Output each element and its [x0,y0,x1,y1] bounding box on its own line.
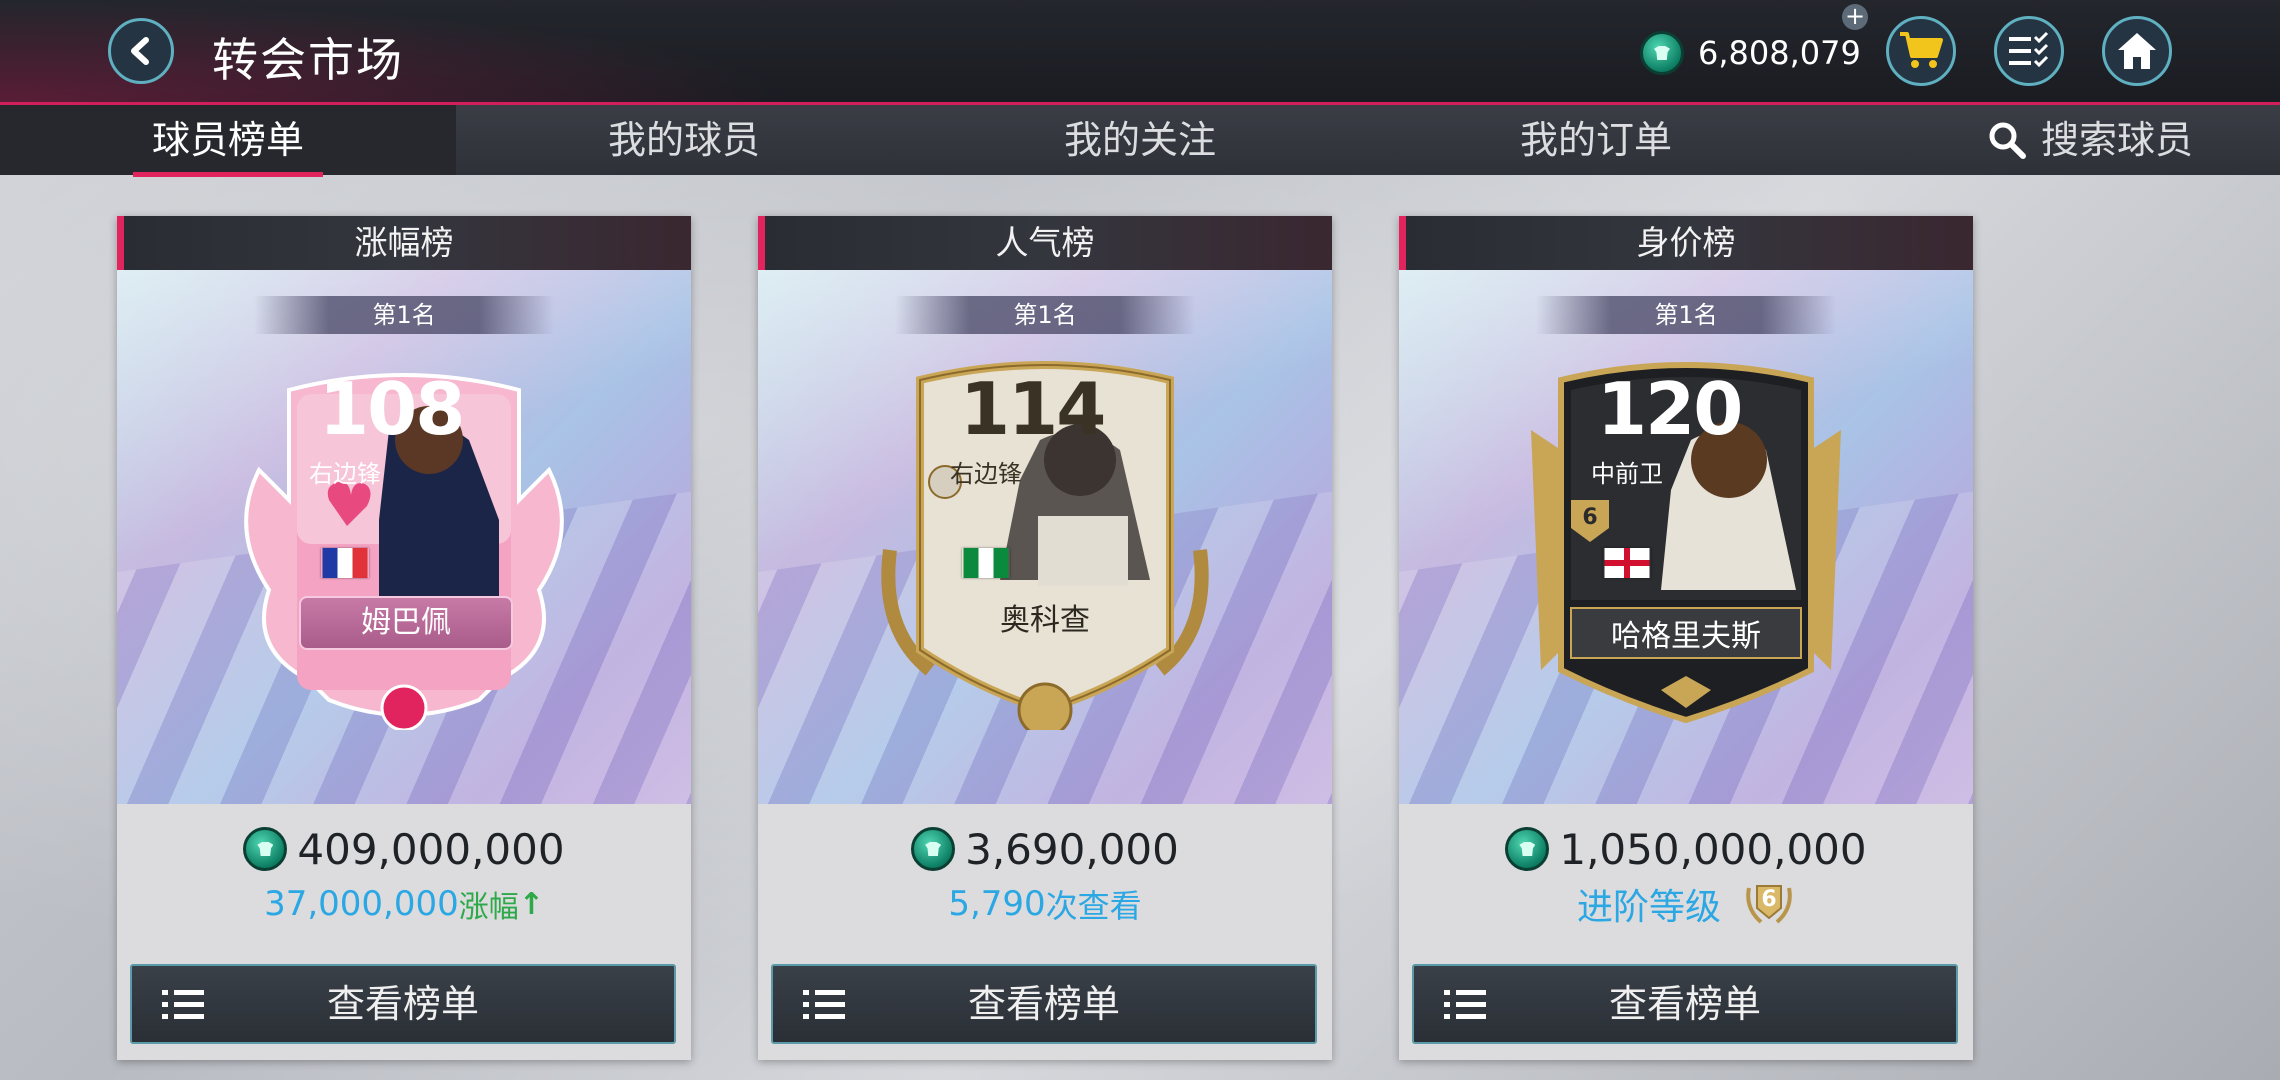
price-row: 3,690,000 [758,822,1332,876]
card-header: 人气榜 [758,216,1332,270]
tab-label: 搜索球员 [2040,118,2193,162]
england-flag-icon [1604,548,1650,578]
up-arrow-icon: ↑ [518,886,544,922]
tasks-button[interactable] [1994,16,2064,86]
player-price: 3,690,000 [965,824,1179,874]
player-rating: 108 [319,367,465,451]
checklist-icon [2009,31,2049,68]
value-ranking-card: 身价榜 第1名 120 中前卫 6 哈格里夫斯 1,050,000,000 进阶… [1399,216,1973,1060]
list-icon [803,990,845,1020]
button-label: 查看榜单 [1608,982,1761,1026]
nigeria-flag-icon [963,548,1009,578]
cart-icon [1900,32,1943,68]
top-bar: 转会市场 6,808,079 + [0,0,2280,105]
plus-icon: + [1844,2,1866,30]
player-card[interactable]: 114 右边锋 奥科查 [870,350,1220,730]
store-button[interactable] [1886,16,1956,86]
view-count-info: 5,790 次查看 [758,880,1332,928]
view-ranking-button[interactable]: 查看榜单 [771,964,1317,1044]
button-label: 查看榜单 [967,982,1120,1026]
list-icon [1444,990,1486,1020]
rising-ranking-card: 涨幅榜 第1名 108 右边锋 姆巴佩 409,000,000 37,000,0… [117,216,691,1060]
player-card[interactable]: 108 右边锋 姆巴佩 [229,350,579,730]
view-ranking-button[interactable]: 查看榜单 [130,964,676,1044]
player-price: 409,000,000 [297,824,565,874]
button-label: 查看榜单 [326,982,479,1026]
coin-icon [1505,827,1550,871]
price-row: 1,050,000,000 [1399,822,1973,876]
tab-bar: 球员榜单 我的球员 我的关注 我的订单 搜索球员 [0,105,2280,175]
france-flag-icon [322,548,368,578]
currency-value: 6,808,079 [1698,34,1861,72]
tab-label: 我的订单 [1519,118,1672,162]
search-icon [1989,122,2026,159]
player-price: 1,050,000,000 [1559,824,1867,874]
player-name: 奥科查 [1000,603,1090,638]
card-header: 身价榜 [1399,216,1973,270]
tab-my-watchlist[interactable]: 我的关注 [912,105,1368,175]
rank-label: 第1名 [254,296,554,334]
player-position: 右边锋 [309,460,381,488]
list-icon [162,990,204,1020]
home-button[interactable] [2102,16,2172,86]
card-header: 涨幅榜 [117,216,691,270]
coin-icon [243,827,288,871]
tab-search-players[interactable]: 搜索球员 [1900,105,2280,175]
upgrade-level-value: 6 [1761,887,1777,912]
back-arrow-icon [131,37,149,65]
view-count: 5,790 [948,884,1046,924]
rank-label: 第1名 [895,296,1195,334]
card-art: 第1名 114 右边锋 奥科查 [758,270,1332,804]
tab-label: 我的球员 [607,118,760,162]
player-card[interactable]: 120 中前卫 6 哈格里夫斯 [1511,350,1861,730]
card-art: 第1名 120 中前卫 6 哈格里夫斯 [1399,270,1973,804]
rise-info: 37,000,000 涨幅 ↑ [117,880,691,928]
player-name: 姆巴佩 [299,596,513,650]
page-title: 转会市场 [212,33,404,87]
card-art: 第1名 108 右边锋 姆巴佩 [117,270,691,804]
upgrade-level-info: 进阶等级 6 [1399,880,1973,928]
popularity-ranking-card: 人气榜 第1名 114 右边锋 奥科查 3,690,000 5,790 次查看 … [758,216,1332,1060]
view-count-label: 次查看 [1045,887,1142,925]
player-name: 哈格里夫斯 [1611,619,1761,654]
add-currency-button[interactable]: + [1842,4,1868,30]
level-badge-icon: 6 [1582,505,1598,530]
player-rating: 114 [960,367,1106,451]
active-tab-indicator [133,172,323,177]
back-button[interactable] [108,18,174,84]
tab-label: 我的关注 [1063,118,1216,162]
tab-my-orders[interactable]: 我的订单 [1368,105,1824,175]
coin-icon [1640,31,1684,75]
rise-label: 涨幅 [458,890,519,925]
player-position: 中前卫 [1591,460,1663,488]
rise-amount: 37,000,000 [264,884,459,924]
price-row: 409,000,000 [117,822,691,876]
tab-my-players[interactable]: 我的球员 [456,105,912,175]
tab-label: 球员榜单 [151,118,304,162]
home-icon [2118,33,2156,69]
coin-icon [911,827,956,871]
view-ranking-button[interactable]: 查看榜单 [1412,964,1958,1044]
currency-display: 6,808,079 [1640,28,1861,78]
player-position: 右边锋 [950,460,1022,488]
laurel-badge-icon: 6 [1743,878,1795,930]
rank-label: 第1名 [1536,296,1836,334]
player-rating: 120 [1597,367,1743,451]
tab-player-rankings[interactable]: 球员榜单 [0,105,456,175]
upgrade-level-label: 进阶等级 [1576,887,1721,928]
